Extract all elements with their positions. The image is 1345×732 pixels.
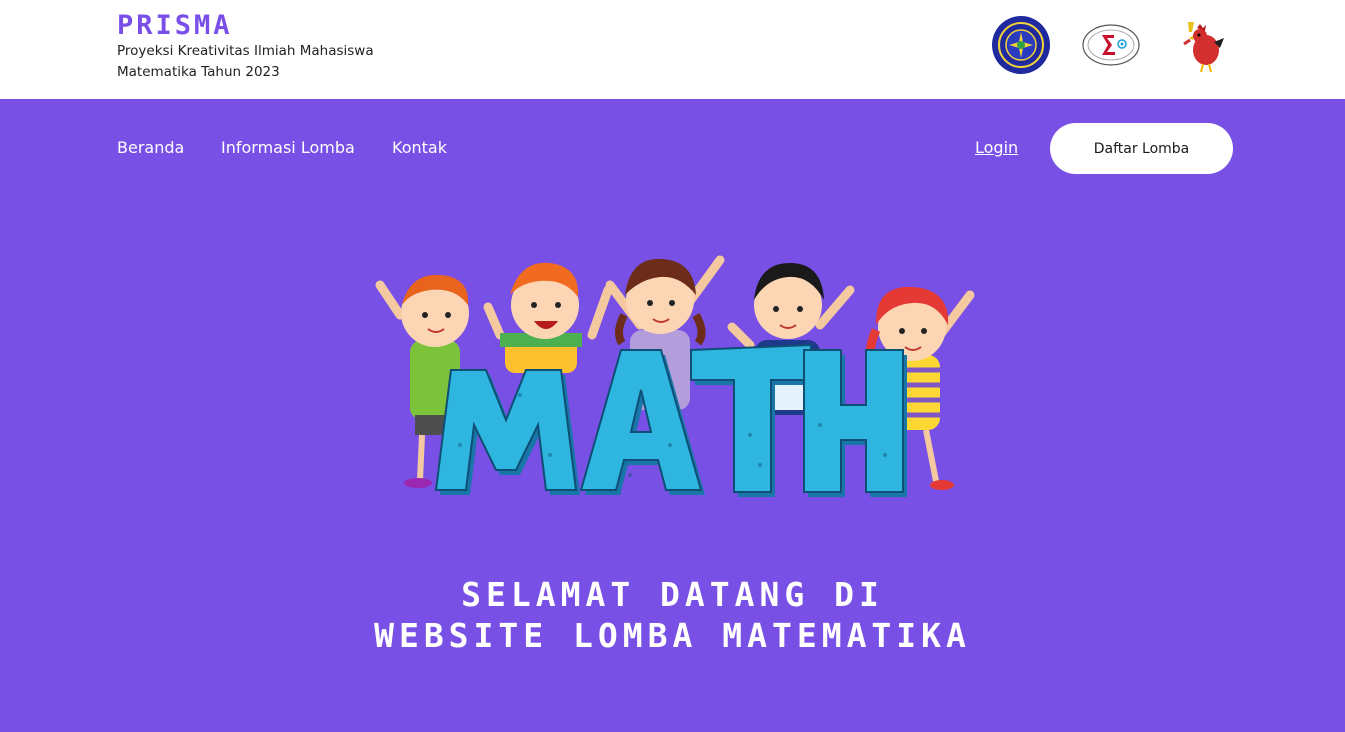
rooster-mascot-icon [1170,14,1232,76]
kid-ginger-boy [483,262,613,373]
welcome-line2: WEBSITE LOMBA MATEMATIKA [374,616,971,655]
welcome-heading: SELAMAT DATANG DI WEBSITE LOMBA MATEMATI… [0,574,1345,656]
daftar-lomba-button[interactable]: Daftar Lomba [1050,123,1233,174]
nav-informasi-lomba[interactable]: Informasi Lomba [221,138,355,158]
partner-logos [990,14,1232,76]
nav-beranda[interactable]: Beranda [117,138,184,158]
brand-subtitle-line1: Proyeksi Kreativitas Ilmiah Mahasiswa [117,43,374,59]
brand-subtitle-line2: Matematika Tahun 2023 [117,64,280,80]
login-link[interactable]: Login [975,138,1018,158]
math-kids-illustration [370,245,982,507]
nav-kontak[interactable]: Kontak [392,138,447,158]
sigma-association-icon [1080,14,1142,76]
university-seal-icon [990,14,1052,76]
brand-title[interactable]: PRISMA [117,12,374,40]
top-header: PRISMA Proyeksi Kreativitas Ilmiah Mahas… [0,0,1345,99]
brand[interactable]: PRISMA Proyeksi Kreativitas Ilmiah Mahas… [117,12,374,83]
welcome-line1: SELAMAT DATANG DI [461,575,884,614]
